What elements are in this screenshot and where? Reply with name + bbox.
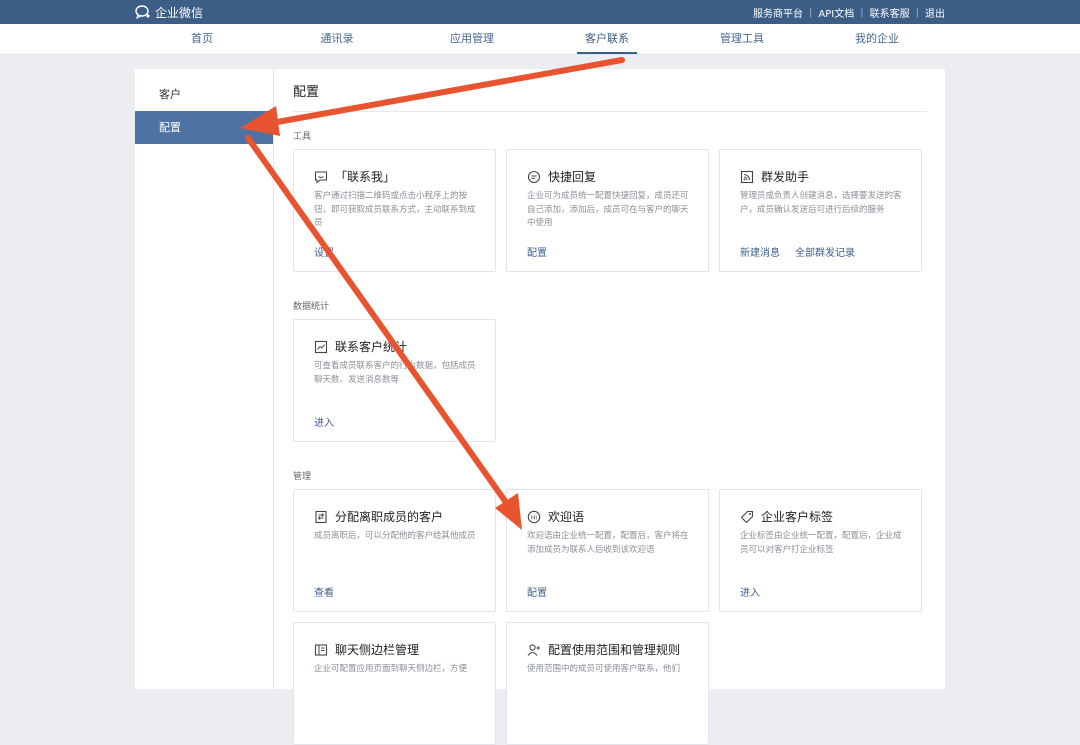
card-actions: 配置 [527,244,547,259]
divider: | [915,6,919,18]
card-usage-scope: 配置使用范围和管理规则 使用范围中的成员可使用客户联系，他们 [506,622,709,745]
card-title: 欢迎语 [548,510,585,524]
new-message-link[interactable]: 新建消息 [740,244,780,259]
link-support[interactable]: 联系客服 [870,5,910,20]
card-header: Hi 欢迎语 [527,508,584,525]
card-description: 企业可配置应用页面到聊天侧边栏，方便 [314,664,468,674]
enter-link[interactable]: 进入 [740,584,760,599]
nav-contacts[interactable]: 通讯录 [282,24,392,54]
card-actions: 配置 [527,584,547,599]
card-title: 群发助手 [761,170,810,184]
sidebar: 客户 配置 [135,69,274,689]
card-description: 企业标签由企业统一配置，配置后，企业成员可以对客户打企业标签 [740,531,902,555]
link-api-docs[interactable]: API文档 [818,5,854,20]
card-welcome-message: Hi 欢迎语 欢迎语由企业统一配置，配置后，客户将在添加成员为联系人后收到该欢迎… [506,489,709,612]
card-actions: 设置 [314,244,334,259]
card-description: 成员离职后，可以分配他的客户给其他成员 [314,531,476,541]
tag-icon [740,510,754,523]
card-header: 快捷回复 [527,168,596,185]
divider: | [860,6,864,18]
card-contact-me: 「联系我」 客户通过扫描二维码或点击小程序上的按钮，即可获取成员联系方式，主动联… [293,149,496,272]
title-divider [293,111,927,112]
hi-icon: Hi [527,510,541,523]
svg-text:Hi: Hi [531,514,538,521]
message-lines-icon [527,170,541,183]
card-header: 分配离职成员的客户 [314,508,443,525]
divider: | [809,6,813,18]
card-header: 企业客户标签 [740,508,833,525]
top-links: 服务商平台 | API文档 | 联系客服 | 退出 [753,0,945,24]
card-title: 企业客户标签 [761,510,834,524]
card-description: 管理员或负责人创建消息，选择要发送的客户，成员确认发送后可进行后续的服务 [740,191,902,215]
card-quick-reply: 快捷回复 企业可为成员统一配置快捷回复，成员还可自己添加，添加后，成员可在与客户… [506,149,709,272]
card-title: 聊天侧边栏管理 [335,643,420,657]
card-title: 配置使用范围和管理规则 [548,643,681,657]
card-description: 企业可为成员统一配置快捷回复，成员还可自己添加，添加后，成员可在与客户的聊天中使… [527,191,689,228]
nav-home[interactable]: 首页 [147,24,257,54]
enter-link[interactable]: 进入 [314,414,334,429]
user-plus-icon [527,643,540,656]
card-broadcast: 群发助手 管理员或负责人创建消息，选择要发送的客户，成员确认发送后可进行后续的服… [719,149,922,272]
brand-name: 企业微信 [155,5,204,20]
card-transfer-customers: 分配离职成员的客户 成员离职后，可以分配他的客户给其他成员 查看 [293,489,496,612]
section-label-tools: 工具 [293,132,312,142]
card-header: 配置使用范围和管理规则 [527,641,680,658]
sidebar-item-customers[interactable]: 客户 [135,78,273,111]
card-title: 分配离职成员的客户 [335,510,444,524]
card-header: 联系客户统计 [314,338,407,355]
settings-link[interactable]: 设置 [314,244,334,259]
card-contact-stats: 联系客户统计 可查看成员联系客户的行为数据，包括成员聊天数、发送消息数等 进入 [293,319,496,442]
configure-link[interactable]: 配置 [527,584,547,599]
main-nav: 首页 通讯录 应用管理 客户联系 管理工具 我的企业 [0,24,1080,55]
card-header: 聊天侧边栏管理 [314,641,419,658]
top-bar: 企业微信 服务商平台 | API文档 | 联系客服 | 退出 [0,0,1080,24]
view-link[interactable]: 查看 [314,584,334,599]
link-partner-platform[interactable]: 服务商平台 [753,5,803,20]
configure-link[interactable]: 配置 [527,244,547,259]
card-actions: 进入 [314,414,334,429]
card-title: 快捷回复 [548,170,597,184]
card-header: 「联系我」 [314,168,395,185]
card-title: 「联系我」 [335,170,396,184]
card-actions: 查看 [314,584,334,599]
main-panel: 客户 配置 配置 工具 「联系我」 客户通过扫描二维码或点击小程序上的按钮，即可… [135,69,945,745]
brand[interactable]: 企业微信 [135,0,203,24]
card-description: 欢迎语由企业统一配置，配置后，客户将在添加成员为联系人后收到该欢迎语 [527,531,689,555]
card-sidebar-management: 聊天侧边栏管理 企业可配置应用页面到聊天侧边栏，方便 [293,622,496,745]
line-chart-icon [314,340,328,353]
card-actions: 进入 [740,584,760,599]
nav-my-company[interactable]: 我的企业 [822,24,932,54]
nav-app-management[interactable]: 应用管理 [417,24,527,54]
link-logout[interactable]: 退出 [925,5,945,20]
transfer-doc-icon [315,510,327,523]
section-label-stats: 数据统计 [293,302,330,312]
page-title: 配置 [293,85,320,100]
card-customer-tags: 企业客户标签 企业标签由企业统一配置，配置后，企业成员可以对客户打企业标签 进入 [719,489,922,612]
card-description: 客户通过扫描二维码或点击小程序上的按钮，即可获取成员联系方式，主动联系到成员 [314,191,476,228]
nav-management-tools[interactable]: 管理工具 [687,24,797,54]
chat-bubble-icon [314,170,328,184]
broadcast-icon [740,170,754,183]
card-actions: 新建消息 全部群发记录 [740,244,855,259]
broadcast-history-link[interactable]: 全部群发记录 [795,244,855,259]
card-title: 联系客户统计 [335,340,408,354]
wecom-logo-icon [135,5,150,19]
nav-customer-contact[interactable]: 客户联系 [552,24,662,54]
card-header: 群发助手 [740,168,809,185]
section-label-manage: 管理 [293,472,312,482]
sidebar-panel-icon [314,643,328,656]
card-description: 使用范围中的成员可使用客户联系，他们 [527,664,681,674]
card-description: 可查看成员联系客户的行为数据，包括成员聊天数、发送消息数等 [314,361,476,385]
sidebar-item-config[interactable]: 配置 [135,111,273,144]
